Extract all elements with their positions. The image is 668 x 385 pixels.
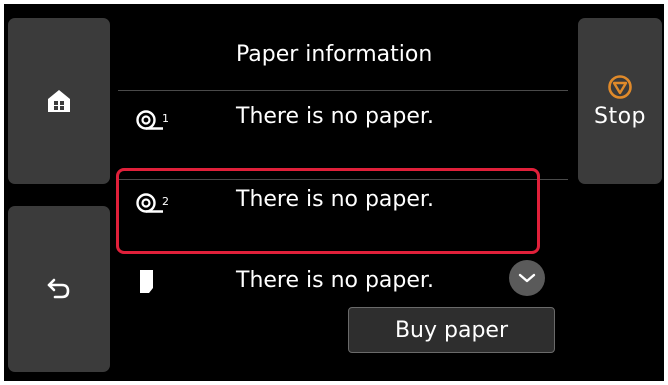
paper-source-row-roll-1[interactable]: 1 There is no paper. <box>118 92 568 148</box>
roll-1-icon: 1 <box>136 110 169 130</box>
paper-status: There is no paper. <box>236 104 434 129</box>
chevron-down-icon <box>518 273 536 283</box>
buy-paper-button[interactable]: Buy paper <box>348 307 555 353</box>
page-title: Paper information <box>236 42 433 67</box>
selection-highlight <box>116 168 540 254</box>
stop-label: Stop <box>593 103 646 129</box>
stop-icon <box>608 74 632 99</box>
divider <box>118 90 568 91</box>
cut-sheet-icon <box>140 270 153 293</box>
stop-button[interactable]: Stop <box>578 18 662 184</box>
home-icon <box>48 90 70 112</box>
home-button[interactable] <box>8 18 110 184</box>
roll-badge: 1 <box>162 112 169 125</box>
paper-source-row-cut-sheet[interactable]: There is no paper. <box>118 256 568 312</box>
back-button[interactable] <box>8 206 110 372</box>
scroll-down-button[interactable] <box>509 260 545 296</box>
back-arrow-icon <box>47 278 70 299</box>
paper-status: There is no paper. <box>236 268 434 293</box>
printer-touch-screen: Stop Paper information 1 There is no pap… <box>4 4 664 381</box>
